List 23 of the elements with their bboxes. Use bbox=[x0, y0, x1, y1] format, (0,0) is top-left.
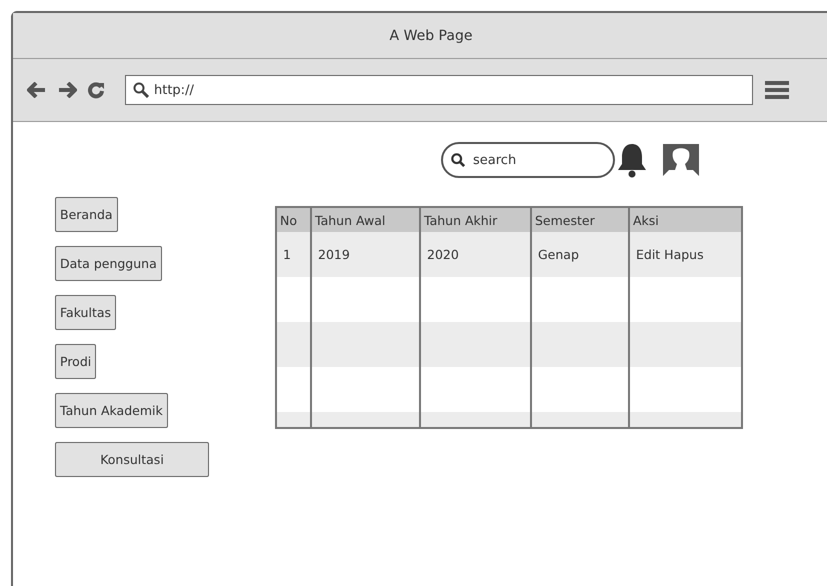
reload-icon[interactable] bbox=[87, 81, 105, 99]
menu-icon[interactable] bbox=[765, 80, 789, 100]
table-cell: 2020 bbox=[427, 247, 459, 262]
column-header: No bbox=[279, 212, 298, 230]
search-icon bbox=[133, 82, 149, 98]
search-icon bbox=[451, 153, 465, 167]
sidebar-button[interactable]: Konsultasi bbox=[55, 442, 209, 477]
table-cell: 1 bbox=[283, 247, 291, 262]
table-cell: 2019 bbox=[318, 247, 350, 262]
sidebar-button[interactable]: Beranda bbox=[55, 197, 118, 232]
forward-icon[interactable] bbox=[57, 82, 77, 98]
table-cell: Genap bbox=[538, 247, 579, 262]
back-icon[interactable] bbox=[27, 82, 47, 98]
avatar-icon[interactable] bbox=[663, 144, 699, 176]
bell-icon[interactable] bbox=[615, 142, 649, 178]
window-title: A Web Page bbox=[390, 28, 472, 44]
address-field[interactable]: http:// bbox=[125, 75, 753, 105]
sidebar-button[interactable]: Data pengguna bbox=[55, 246, 162, 281]
sidebar-button[interactable]: Prodi bbox=[55, 344, 96, 379]
table-cell: Edit Hapus bbox=[636, 247, 704, 262]
search-field[interactable]: search bbox=[441, 142, 615, 178]
sidebar-button[interactable]: Fakultas bbox=[55, 295, 116, 330]
sidebar-button[interactable]: Tahun Akademik bbox=[55, 393, 168, 428]
